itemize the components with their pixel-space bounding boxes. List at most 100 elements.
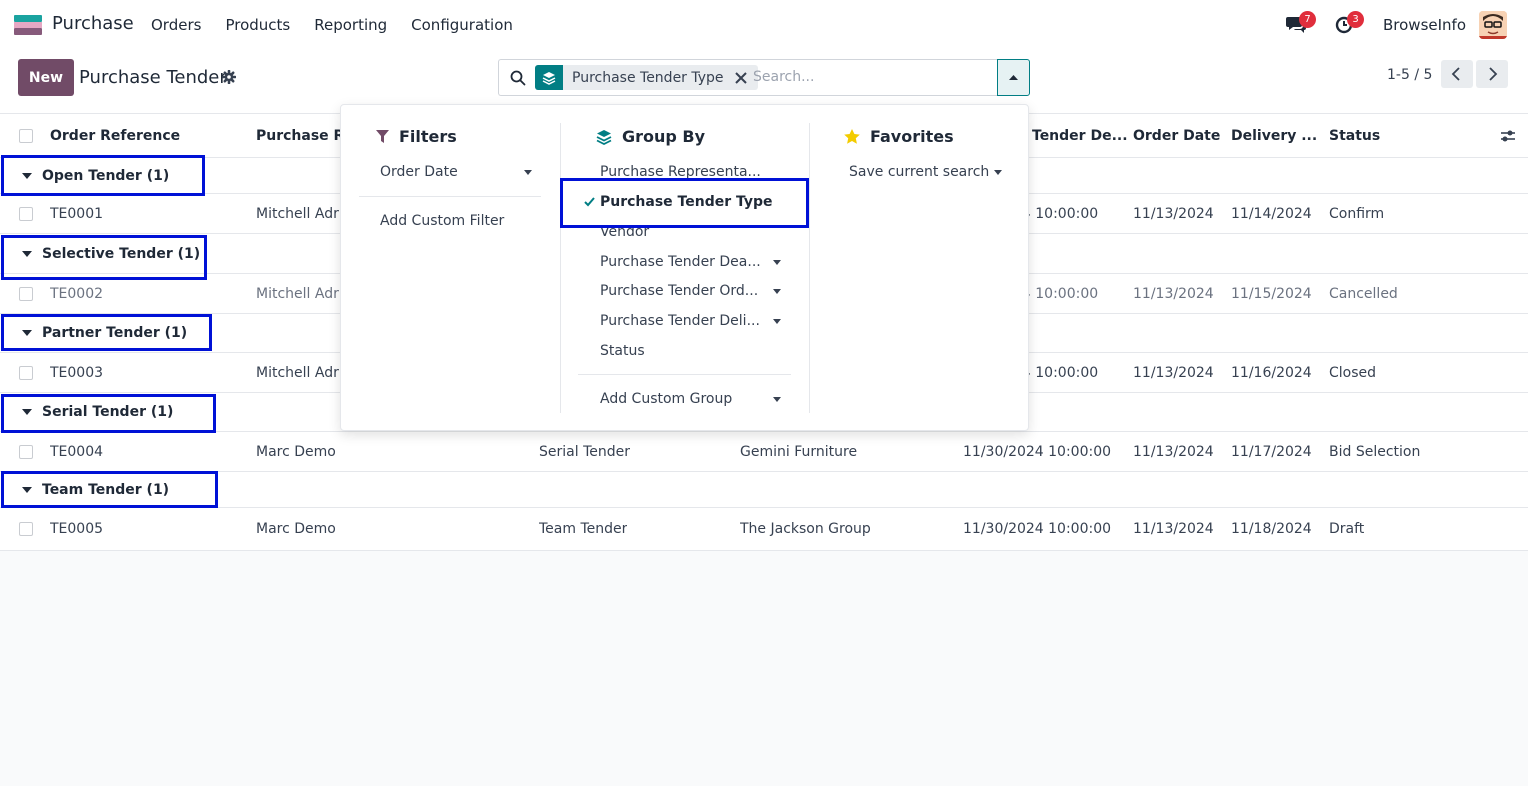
select-all-checkbox[interactable]	[19, 129, 33, 143]
add-custom-group[interactable]: Add Custom Group	[600, 391, 732, 407]
row-checkbox[interactable]	[19, 207, 33, 221]
caret-down-icon[interactable]	[773, 397, 781, 402]
divider	[809, 123, 810, 413]
table-row[interactable]: TE0004 Marc Demo Serial Tender Gemini Fu…	[0, 432, 1528, 472]
filters-title: Filters	[399, 127, 457, 146]
pager-previous-button[interactable]	[1441, 60, 1473, 88]
group-by-header: Group By	[596, 127, 705, 146]
caret-down-icon[interactable]	[773, 319, 781, 324]
caret-down-icon[interactable]	[773, 260, 781, 265]
highlight-box	[560, 178, 809, 228]
cell-deadline: 11/30/2024 10:00:00	[963, 521, 1112, 537]
caret-down-icon[interactable]	[994, 170, 1002, 175]
col-purchase-representative[interactable]: Purchase Re	[256, 114, 346, 157]
cell-order-date: 11/13/2024	[1133, 205, 1214, 222]
groupby-status[interactable]: Status	[600, 343, 645, 359]
search-icon[interactable]	[510, 70, 526, 86]
search-input[interactable]	[753, 69, 983, 85]
new-button[interactable]: New	[18, 59, 74, 96]
chevron-left-icon	[1451, 67, 1460, 81]
cell-tender-type: Serial Tender	[539, 443, 630, 460]
page-title: Purchase Tender	[79, 67, 227, 88]
cell-status: Draft	[1329, 521, 1365, 537]
search-options-toggle[interactable]	[997, 59, 1030, 96]
row-checkbox[interactable]	[19, 445, 33, 459]
highlight-box	[1, 394, 216, 433]
menu-products[interactable]: Products	[225, 16, 290, 34]
filter-icon	[376, 129, 389, 143]
highlight-box	[1, 155, 205, 196]
optional-columns-icon[interactable]	[1500, 129, 1516, 143]
menu-reporting[interactable]: Reporting	[314, 16, 387, 34]
col-order-date[interactable]: Order Date	[1133, 114, 1220, 157]
group-row-team-tender[interactable]: Team Tender (1)	[0, 472, 1528, 508]
cell-delivery-date: 11/14/2024	[1231, 205, 1312, 222]
menu-orders[interactable]: Orders	[151, 16, 201, 34]
cell-order-date: 11/13/2024	[1133, 521, 1214, 537]
row-checkbox[interactable]	[19, 366, 33, 380]
highlight-box	[1, 314, 212, 351]
layers-icon	[596, 129, 612, 145]
cell-reference: TE0003	[50, 364, 104, 381]
divider	[578, 374, 791, 375]
cell-status: Bid Selection	[1329, 443, 1421, 460]
activity-badge: 3	[1347, 11, 1364, 28]
caret-up-icon	[1009, 75, 1018, 80]
groupby-tender-order-date[interactable]: Purchase Tender Ord...	[600, 283, 758, 299]
cell-delivery-date: 11/18/2024	[1231, 521, 1312, 537]
add-custom-filter[interactable]: Add Custom Filter	[380, 213, 504, 229]
col-order-reference[interactable]: Order Reference	[50, 114, 180, 157]
cell-status: Closed	[1329, 364, 1377, 381]
filters-header: Filters	[376, 127, 457, 146]
col-status[interactable]: Status	[1329, 114, 1380, 157]
cell-reference: TE0001	[50, 205, 104, 222]
group-by-title: Group By	[622, 127, 706, 146]
pager-next-button[interactable]	[1476, 60, 1508, 88]
cell-delivery-date: 11/15/2024	[1231, 285, 1312, 302]
user-avatar[interactable]	[1479, 11, 1507, 39]
divider	[560, 123, 561, 413]
cell-reference: TE0004	[50, 443, 104, 460]
top-navbar: Purchase Orders Products Reporting Confi…	[0, 0, 1528, 50]
cell-representative: Marc Demo	[256, 521, 336, 537]
favorites-title: Favorites	[870, 127, 954, 146]
cell-status: Confirm	[1329, 205, 1385, 222]
layers-icon	[535, 65, 563, 90]
chevron-right-icon	[1489, 67, 1498, 81]
cell-tender-type: Team Tender	[539, 521, 628, 537]
cell-reference: TE0005	[50, 521, 104, 537]
main-menu: Orders Products Reporting Configuration	[151, 16, 537, 34]
search-bar: Purchase Tender Type	[498, 59, 998, 96]
cell-representative: Mitchell Adr	[256, 205, 339, 222]
cell-order-date: 11/13/2024	[1133, 443, 1214, 460]
table-row[interactable]: TE0005 Marc Demo Team Tender The Jackson…	[0, 508, 1528, 551]
cell-vendor: The Jackson Group	[740, 521, 871, 537]
chat-badge: 7	[1299, 11, 1316, 28]
save-current-search[interactable]: Save current search	[849, 164, 989, 180]
search-facet-groupby: Purchase Tender Type	[535, 65, 758, 90]
menu-configuration[interactable]: Configuration	[411, 16, 513, 34]
caret-down-icon[interactable]	[773, 289, 781, 294]
groupby-tender-delivery-date[interactable]: Purchase Tender Deli...	[600, 313, 760, 329]
star-icon	[844, 129, 860, 144]
highlight-box	[1, 471, 218, 508]
cell-status: Cancelled	[1329, 285, 1398, 302]
purchase-app-icon[interactable]	[14, 15, 42, 35]
cell-vendor: Gemini Furniture	[740, 443, 858, 460]
pager-value: 1-5 / 5	[1387, 67, 1433, 83]
filter-order-date[interactable]: Order Date	[380, 164, 458, 180]
close-icon[interactable]	[734, 71, 748, 85]
groupby-tender-deadline[interactable]: Purchase Tender Dea...	[600, 254, 761, 270]
cell-delivery-date: 11/17/2024	[1231, 443, 1312, 460]
col-delivery-date[interactable]: Delivery ...	[1231, 114, 1317, 157]
cell-representative: Marc Demo	[256, 443, 336, 460]
cell-representative: Mitchell Adr	[256, 364, 339, 381]
row-checkbox[interactable]	[19, 522, 33, 536]
search-panel-dropdown: Filters Order Date Add Custom Filter Gro…	[340, 104, 1029, 431]
company-switcher[interactable]: BrowseInfo	[1383, 16, 1466, 34]
caret-down-icon[interactable]	[524, 170, 532, 175]
gear-icon[interactable]	[222, 70, 236, 84]
row-checkbox[interactable]	[19, 287, 33, 301]
col-tender-deadline[interactable]: Tender De...	[1032, 114, 1128, 157]
app-name[interactable]: Purchase	[52, 13, 134, 34]
